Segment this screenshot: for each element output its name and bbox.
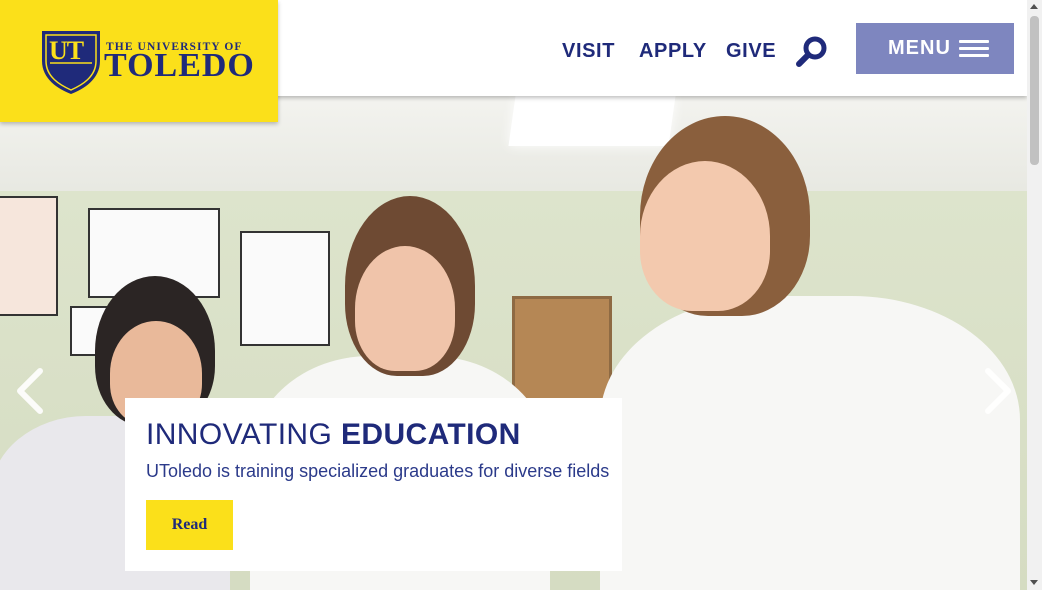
hamburger-icon [958,39,989,58]
hero-person [355,246,455,371]
carousel-next-button[interactable] [980,365,1016,417]
chevron-left-icon [17,368,43,414]
nav-apply-link[interactable]: APPLY [639,38,707,64]
scroll-down-arrow-icon[interactable] [1030,580,1038,585]
logo-monogram: UT [49,36,84,65]
menu-button[interactable]: MENU [856,23,1014,74]
hero-person [640,161,770,311]
hero-title-bold: EDUCATION [340,418,521,451]
hero-caption-card: INNOVATING EDUCATION UToledo is training… [125,398,622,571]
page: VISIT APPLY GIVE MENU UT THE UNIVERSITY … [0,0,1042,590]
read-button[interactable]: Read [146,500,233,550]
menu-label: MENU [888,37,951,59]
logo-block[interactable]: UT THE UNIVERSITY OF TOLEDO [0,0,278,122]
hero-title-light: INNOVATING [146,418,333,451]
hero-title: INNOVATING EDUCATION [146,418,521,452]
page-scrollbar[interactable] [1027,0,1042,590]
logo-wordmark: TOLEDO [104,47,255,84]
scrollbar-thumb[interactable] [1030,16,1039,165]
hero-poster [240,231,330,346]
hero-person [600,296,1020,590]
nav-give-link[interactable]: GIVE [726,38,776,64]
hero-poster [0,196,58,316]
carousel-prev-button[interactable] [12,365,48,417]
chevron-right-icon [985,368,1011,414]
hero-ceiling-light [508,96,676,146]
scroll-up-arrow-icon[interactable] [1030,4,1038,9]
search-icon [796,36,827,67]
nav-visit-link[interactable]: VISIT [562,38,615,64]
search-button[interactable] [794,34,830,70]
hero-subtitle: UToledo is training specialized graduate… [146,461,610,481]
